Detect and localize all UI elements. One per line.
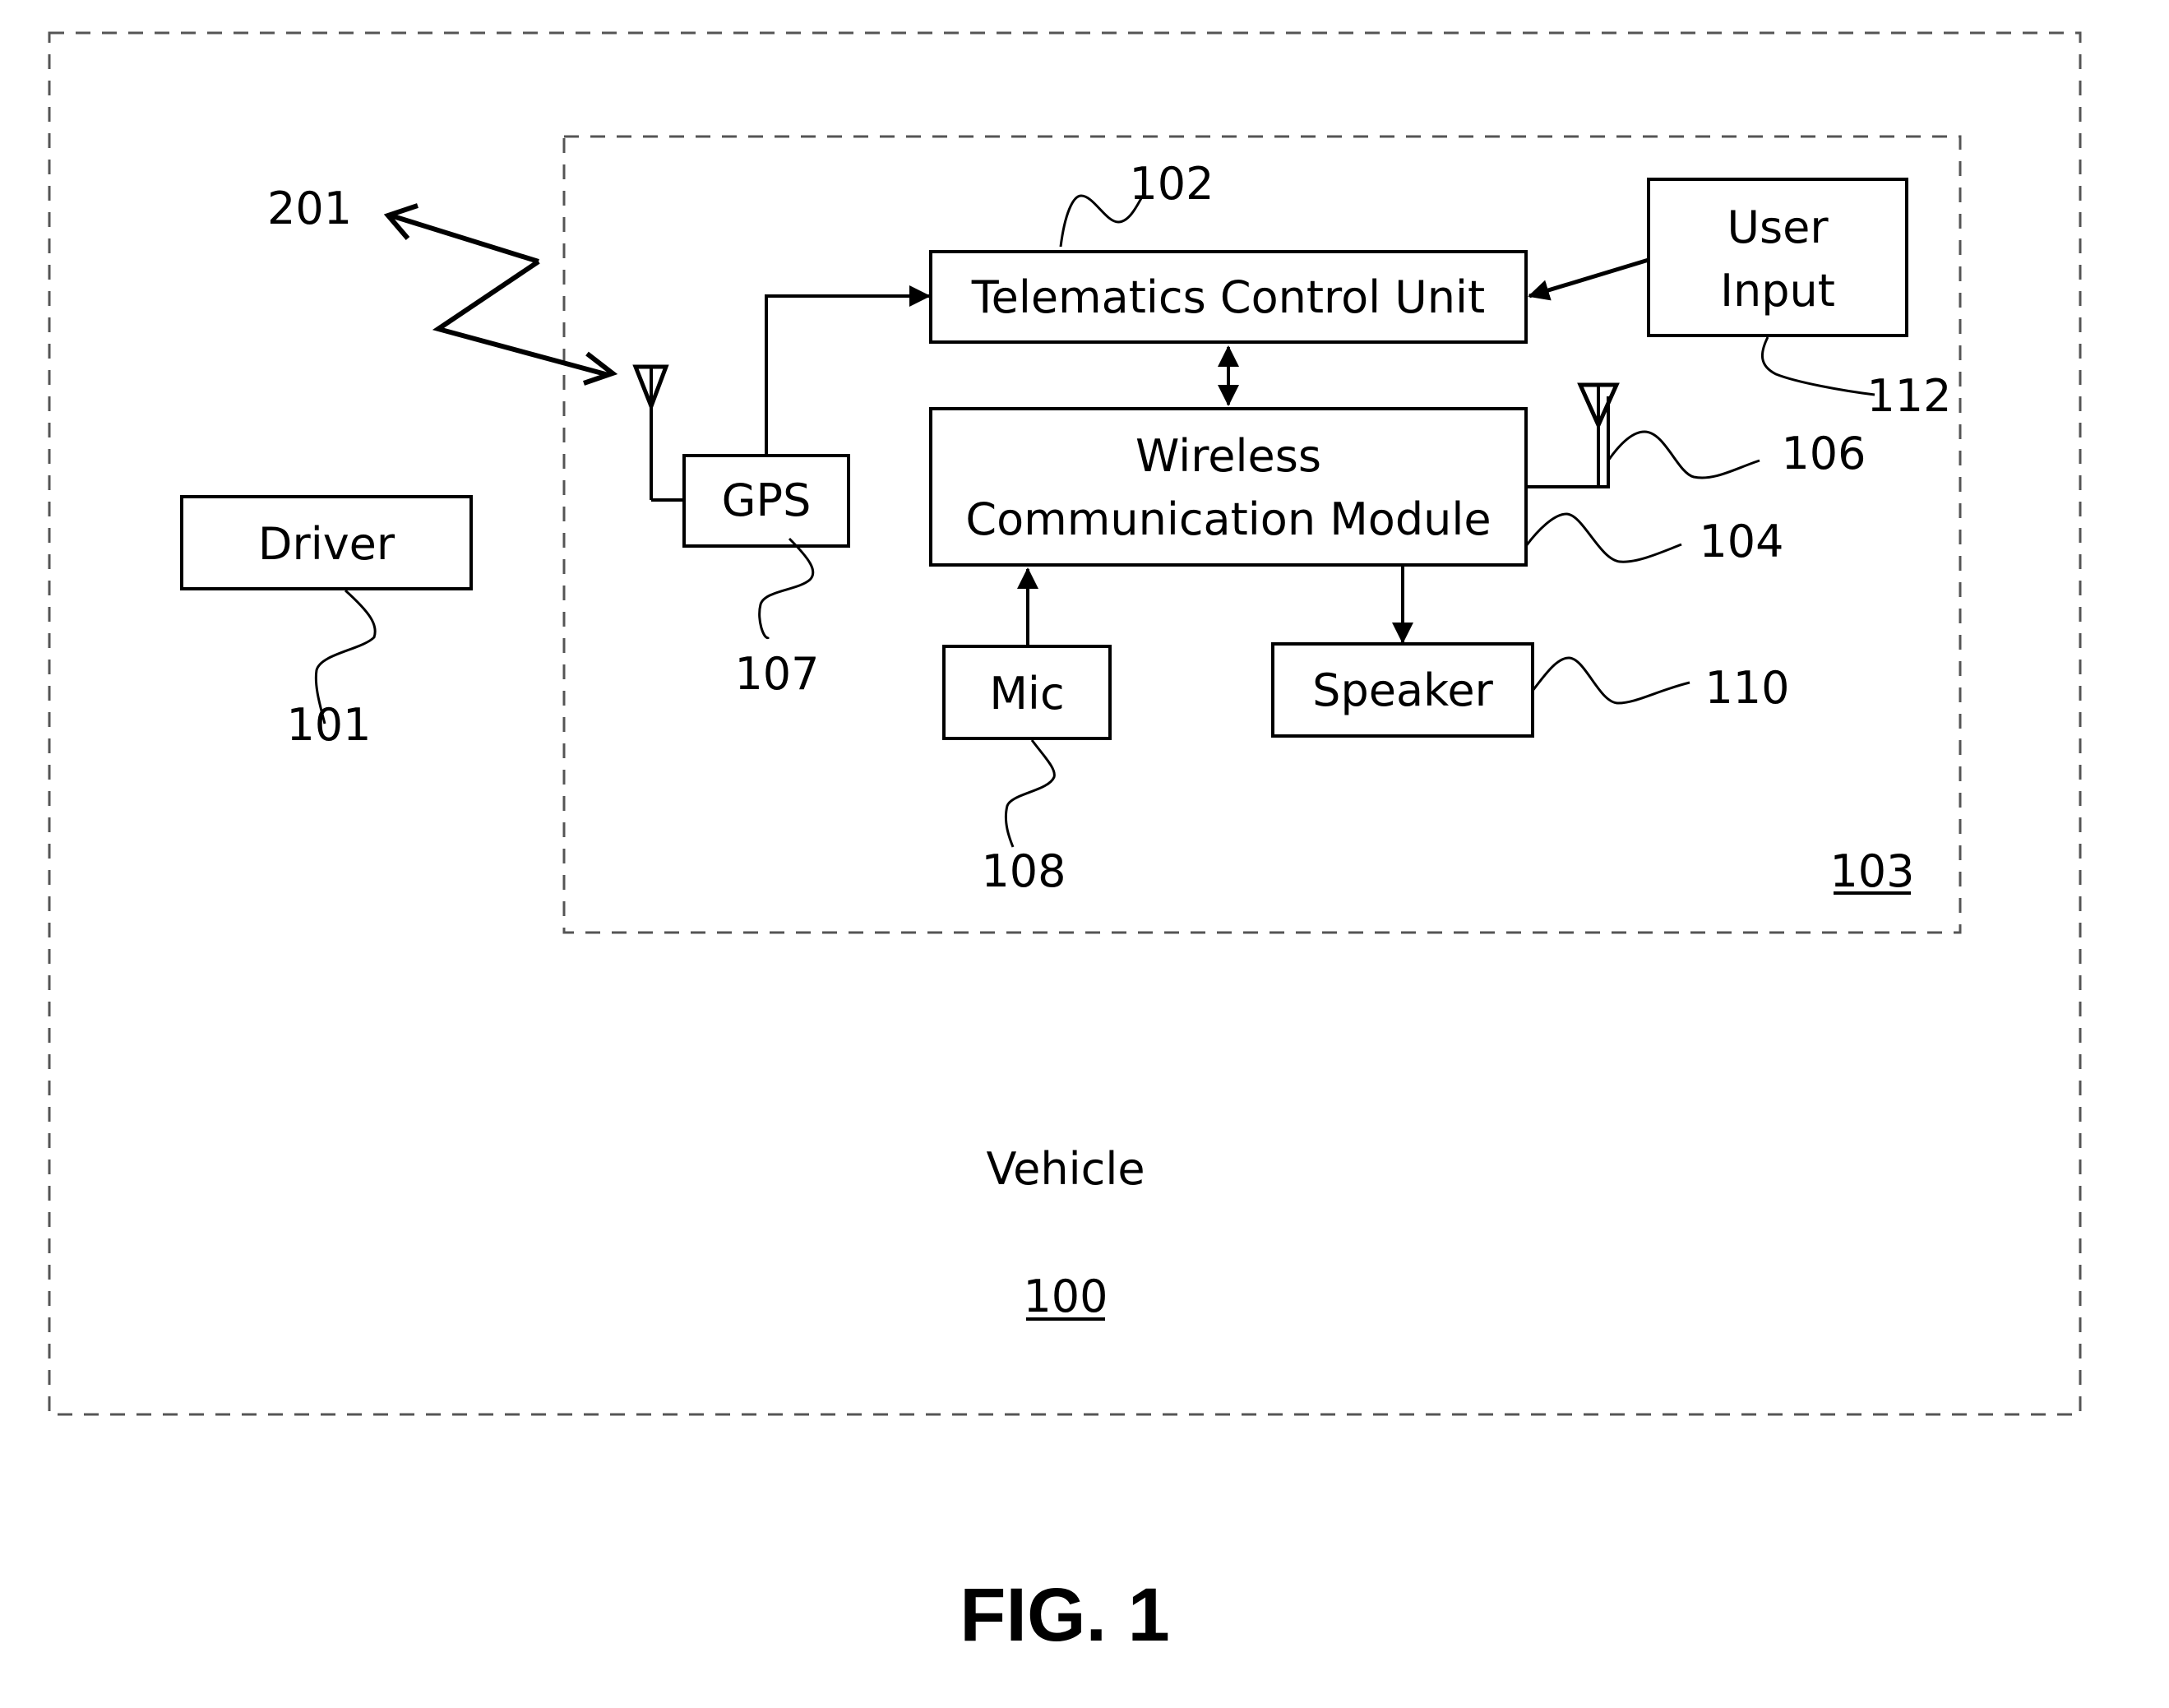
user-input-label-line2: Input	[1720, 265, 1835, 317]
wireless-signal	[383, 203, 618, 386]
user-input-label-line1: User	[1727, 201, 1829, 253]
speaker-leader	[1531, 656, 1690, 705]
vehicle-label: Vehicle	[986, 1143, 1145, 1195]
wcm-leader	[1524, 512, 1682, 563]
ref-102: 102	[1129, 158, 1214, 210]
antenna-leader	[1607, 430, 1760, 479]
ref-112: 112	[1866, 370, 1951, 422]
mic-leader	[1004, 739, 1056, 848]
speaker-label: Speaker	[1312, 664, 1493, 716]
mic-label: Mic	[989, 668, 1064, 720]
figure-caption: FIG. 1	[960, 1573, 1170, 1657]
user-input-leader	[1760, 336, 1875, 396]
ref-110: 110	[1704, 662, 1789, 714]
ref-107: 107	[734, 648, 819, 700]
ref-106: 106	[1781, 428, 1866, 479]
wcm-antenna-icon	[1526, 382, 1620, 488]
driver-label: Driver	[258, 518, 395, 570]
ref-201: 201	[267, 183, 352, 234]
gps-to-tcu-arrow	[765, 285, 931, 456]
signal-line-out	[390, 213, 539, 264]
ref-103: 103	[1829, 845, 1914, 897]
wcm-label-line1: Wireless	[1135, 430, 1321, 482]
ref-100: 100	[1023, 1271, 1108, 1322]
user-input-to-tcu-arrow	[1528, 257, 1649, 301]
patent-diagram: 201 Driver 101 GPS 107 Telematics Contro…	[48, 31, 2082, 1657]
tcu-label: Telematics Control Unit	[971, 271, 1485, 323]
ref-108: 108	[981, 845, 1066, 897]
ref-104: 104	[1699, 516, 1783, 567]
ref-101: 101	[286, 699, 371, 751]
gps-antenna-icon	[632, 364, 684, 502]
gps-leader	[758, 537, 815, 640]
wcm-label-line2: Communication Module	[965, 493, 1491, 545]
signal-zigzag	[432, 259, 609, 377]
gps-label: GPS	[722, 474, 812, 526]
